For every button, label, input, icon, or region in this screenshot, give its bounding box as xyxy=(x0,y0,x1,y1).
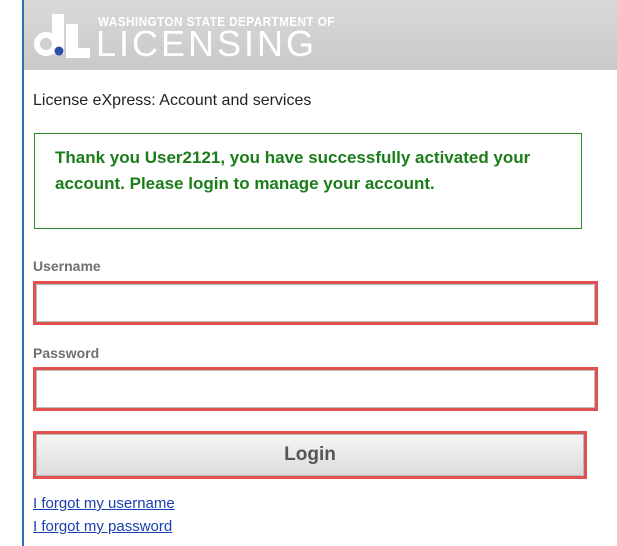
left-border xyxy=(22,0,24,546)
page: WASHINGTON STATE DEPARTMENT OF LICENSING… xyxy=(0,0,617,546)
logo-main-text: LICENSING xyxy=(96,23,318,64)
success-alert: Thank you User2121, you have successfull… xyxy=(34,133,582,229)
password-input[interactable] xyxy=(36,370,595,408)
password-label: Password xyxy=(33,345,100,361)
username-input[interactable] xyxy=(36,284,595,322)
login-button[interactable]: Login xyxy=(36,434,584,476)
forgot-password-link[interactable]: I forgot my password xyxy=(33,518,172,535)
dol-logo-icon xyxy=(34,14,90,58)
page-subtitle: License eXpress: Account and services xyxy=(33,92,312,109)
forgot-username-link[interactable]: I forgot my username xyxy=(33,495,175,512)
username-label: Username xyxy=(33,258,101,274)
success-message: Thank you User2121, you have successfull… xyxy=(55,148,531,193)
login-button-highlight: Login xyxy=(33,431,587,479)
username-field-highlight xyxy=(33,281,598,325)
password-field-highlight xyxy=(33,367,598,411)
header-banner: WASHINGTON STATE DEPARTMENT OF LICENSING xyxy=(24,0,617,70)
